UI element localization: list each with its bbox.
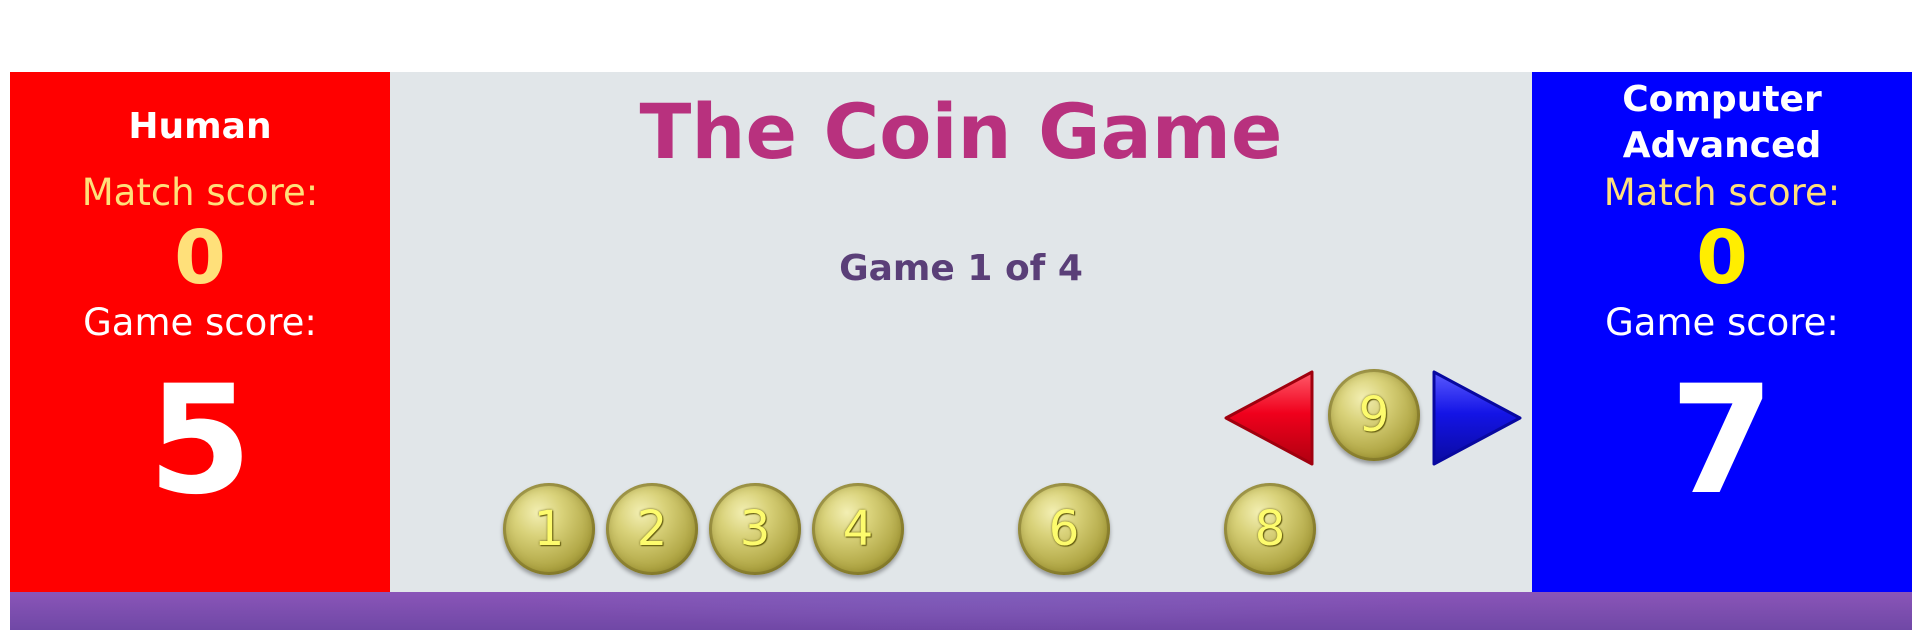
human-panel: Human Match score: 0 Game score: 5 [10,72,390,592]
human-match-score-label: Match score: [81,171,319,214]
computer-level: Advanced [1622,125,1822,166]
move-left-arrow-icon[interactable] [1222,368,1316,468]
computer-match-score-label: Match score: [1603,171,1841,214]
computer-name: Computer [1622,79,1822,120]
page-title: The Coin Game [639,87,1283,176]
coin-2-label: 2 [636,501,668,557]
coin-1[interactable]: 1 [503,483,595,575]
coin-3[interactable]: 3 [709,483,801,575]
human-game-score: 5 [147,354,253,528]
coin-8-label: 8 [1254,501,1286,557]
computer-match-score: 0 [1696,215,1748,301]
computer-game-score: 7 [1669,354,1775,528]
coin-6-label: 6 [1048,501,1080,557]
coin-3-label: 3 [739,501,771,557]
computer-game-score-label: Game score: [1605,301,1839,344]
current-coin-label: 9 [1358,387,1390,443]
human-game-score-label: Game score: [83,301,317,344]
human-match-score: 0 [174,215,226,301]
move-right-arrow-icon[interactable] [1430,368,1524,468]
game-board: The Coin Game Game 1 of 4 1 2 3 4 6 8 9 [390,72,1532,592]
human-name: Human [128,106,272,147]
game-progress-text: Game 1 of 4 [839,248,1083,289]
coin-1-label: 1 [533,501,565,557]
coin-2[interactable]: 2 [606,483,698,575]
current-coin[interactable]: 9 [1328,369,1420,461]
bottom-bar-glow [510,592,1430,630]
bottom-bar [10,592,1912,630]
coin-8[interactable]: 8 [1224,483,1316,575]
coin-4[interactable]: 4 [812,483,904,575]
coin-6[interactable]: 6 [1018,483,1110,575]
coin-4-label: 4 [842,501,874,557]
computer-panel: Computer Advanced Match score: 0 Game sc… [1532,72,1912,592]
